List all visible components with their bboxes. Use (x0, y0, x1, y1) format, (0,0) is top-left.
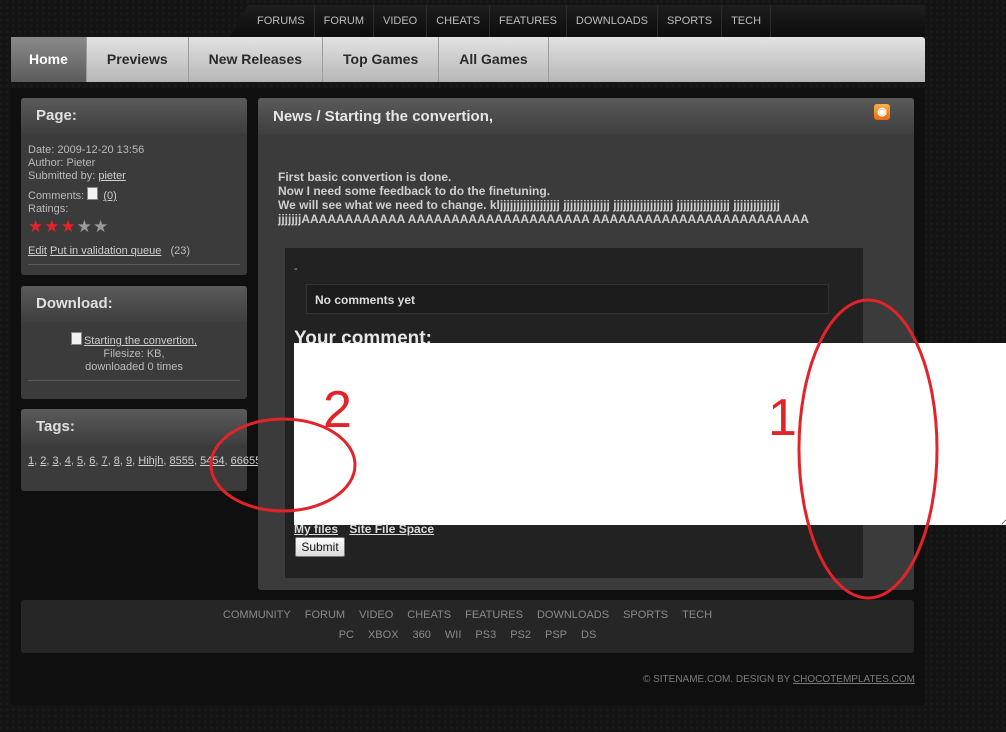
annotation-overlay (209, 298, 939, 600)
annotation-ellipse-1 (797, 298, 939, 600)
annotation-label-2: 2 (323, 381, 352, 439)
annotation-label-1: 1 (768, 389, 797, 447)
